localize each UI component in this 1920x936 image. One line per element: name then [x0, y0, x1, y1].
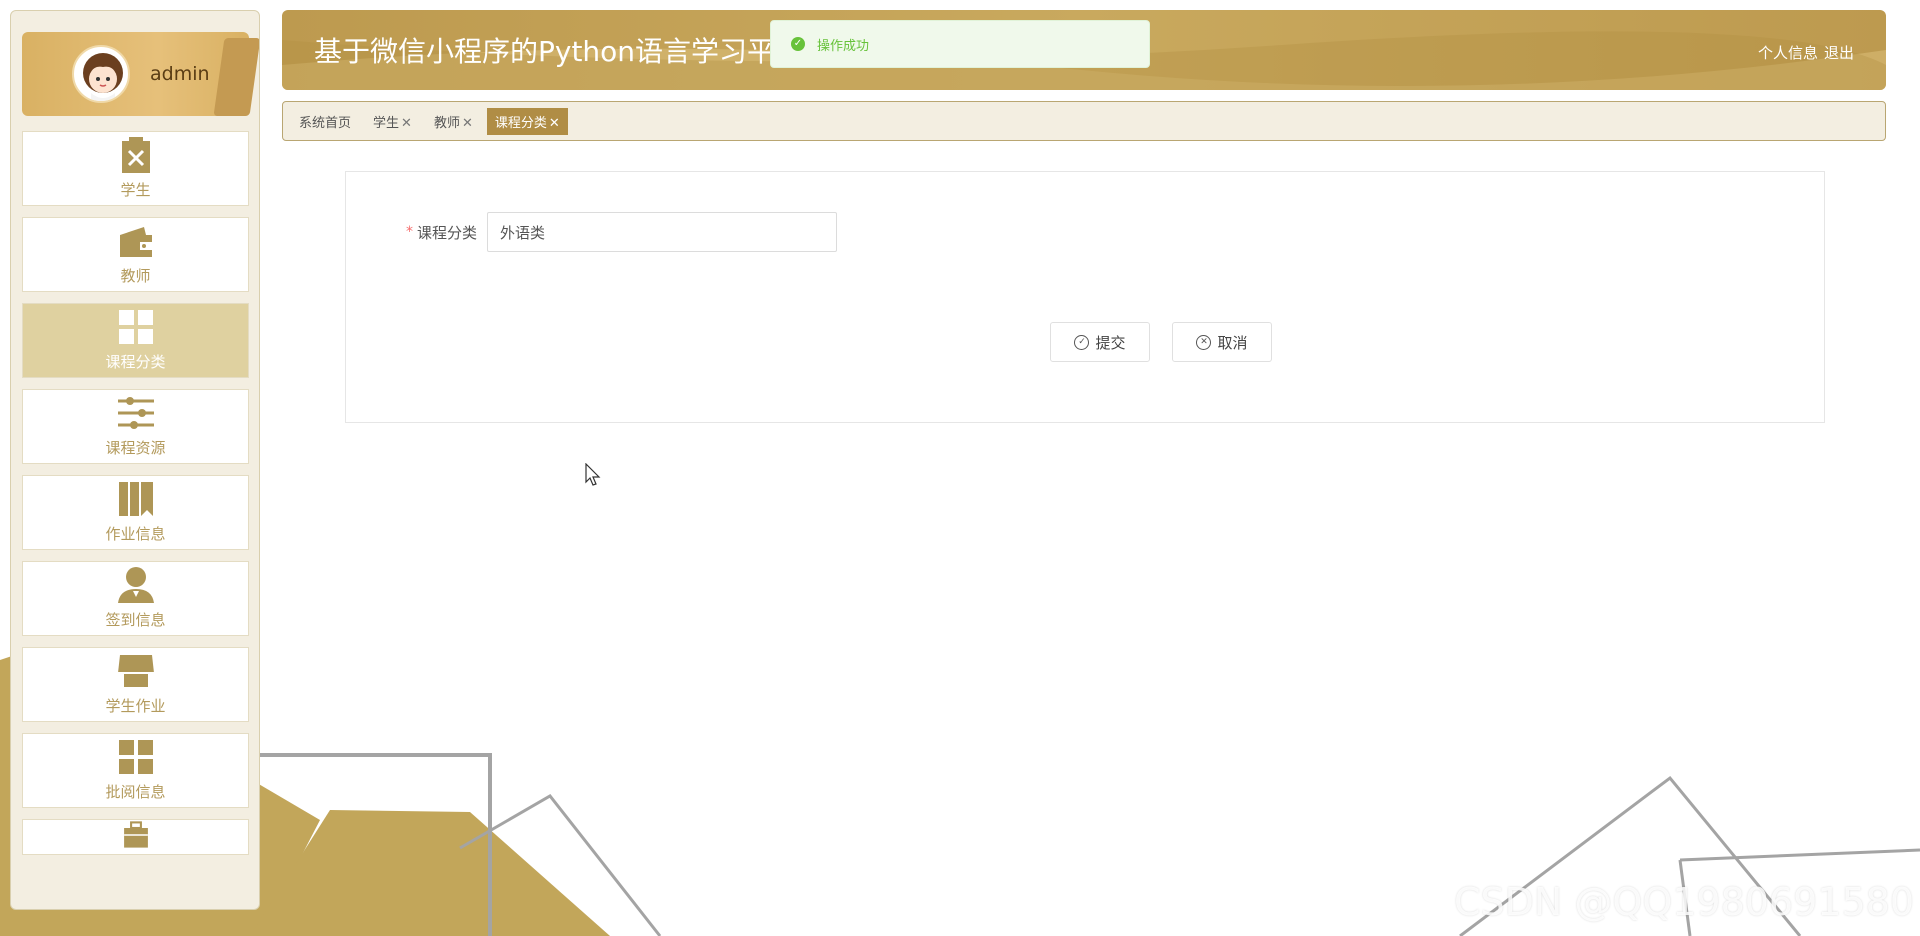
- sidebar-item-course-category[interactable]: 课程分类: [22, 303, 249, 378]
- sliders-icon: [117, 397, 154, 429]
- user-card: admin: [22, 32, 259, 116]
- sidebar-item-homework-info[interactable]: 作业信息: [22, 475, 249, 550]
- sidebar-item-checkin-info[interactable]: 签到信息: [22, 561, 249, 636]
- form-row-course-category: * 课程分类: [406, 212, 838, 252]
- tab-label: 课程分类: [494, 115, 547, 131]
- button-label: 取消: [1217, 333, 1248, 352]
- logout-link[interactable]: 退出: [1824, 44, 1854, 62]
- form-panel: * 课程分类 ✓ 提交 ✕ 取消: [345, 171, 1825, 423]
- sidebar-item-partial[interactable]: [22, 819, 249, 855]
- grid-icon: [118, 310, 153, 344]
- cancel-button[interactable]: ✕ 取消: [1172, 322, 1272, 362]
- tab-home[interactable]: 系统首页: [291, 108, 359, 135]
- sidebar-item-label: 签到信息: [105, 611, 166, 629]
- submit-button[interactable]: ✓ 提交: [1050, 322, 1150, 362]
- sidebar-menu: 学生 教师 课程分类 课程资源 作业信息 签到信息 学生作业 批阅信息: [22, 131, 249, 866]
- tab-course-category[interactable]: 课程分类 ✕: [486, 107, 568, 135]
- sidebar-item-student-homework[interactable]: 学生作业: [22, 647, 249, 722]
- toast-message: 操作成功: [817, 38, 870, 54]
- header-links: 个人信息 退出: [1752, 42, 1854, 63]
- username: admin: [150, 63, 210, 85]
- tab-students[interactable]: 学生 ✕: [365, 108, 420, 135]
- sidebar-item-course-resources[interactable]: 课程资源: [22, 389, 249, 464]
- page-title: 基于微信小程序的Python语言学习平: [314, 35, 776, 68]
- sidebar-item-teachers[interactable]: 教师: [22, 217, 249, 292]
- sidebar-item-label: 课程分类: [105, 353, 166, 371]
- sidebar-item-label: 批阅信息: [105, 783, 166, 801]
- wallet-icon: [119, 227, 152, 257]
- shop-icon: [117, 655, 154, 687]
- sidebar-item-label: 课程资源: [105, 439, 166, 457]
- clipboard-x-icon: [121, 137, 150, 173]
- avatar-girl-icon: [83, 53, 123, 101]
- button-label: 提交: [1095, 333, 1126, 352]
- briefcase-icon: [123, 821, 148, 848]
- form-actions: ✓ 提交 ✕ 取消: [1050, 322, 1294, 362]
- book-icon: [118, 482, 153, 516]
- sidebar-item-students[interactable]: 学生: [22, 131, 249, 206]
- profile-link[interactable]: 个人信息: [1758, 44, 1818, 62]
- sidebar-item-label: 教师: [120, 267, 151, 285]
- required-mark: *: [406, 224, 413, 240]
- tab-label: 教师: [433, 115, 460, 131]
- check-circle-icon: ✓: [791, 37, 805, 51]
- grid-icon: [118, 740, 153, 774]
- success-toast: ✓ 操作成功: [770, 20, 1150, 68]
- check-circle-icon: ✓: [1074, 334, 1090, 350]
- tab-bar: 系统首页 学生 ✕ 教师 ✕ 课程分类 ✕: [282, 101, 1886, 141]
- watermark: CSDN @QQ1980691580: [1453, 880, 1914, 924]
- course-category-input[interactable]: [487, 212, 838, 252]
- card-fold-decoration: [213, 38, 259, 116]
- sidebar-item-review-info[interactable]: 批阅信息: [22, 733, 249, 808]
- avatar[interactable]: [72, 45, 130, 103]
- sidebar-item-label: 学生: [120, 181, 151, 199]
- user-icon: [117, 567, 154, 603]
- close-icon[interactable]: ✕: [549, 116, 560, 131]
- sidebar: admin 学生 教师 课程分类 课程资源 作业信息 签到信息 学生作业 批阅信…: [10, 10, 260, 910]
- close-circle-icon: ✕: [1196, 334, 1212, 350]
- tab-label: 系统首页: [299, 115, 352, 131]
- close-icon[interactable]: ✕: [401, 116, 412, 131]
- close-icon[interactable]: ✕: [462, 116, 473, 131]
- sidebar-item-label: 学生作业: [105, 697, 166, 715]
- tab-label: 学生: [373, 115, 400, 131]
- tab-teachers[interactable]: 教师 ✕: [426, 108, 481, 135]
- mouse-cursor-icon: [585, 463, 601, 486]
- form-label: 课程分类: [417, 223, 478, 242]
- sidebar-item-label: 作业信息: [105, 525, 166, 543]
